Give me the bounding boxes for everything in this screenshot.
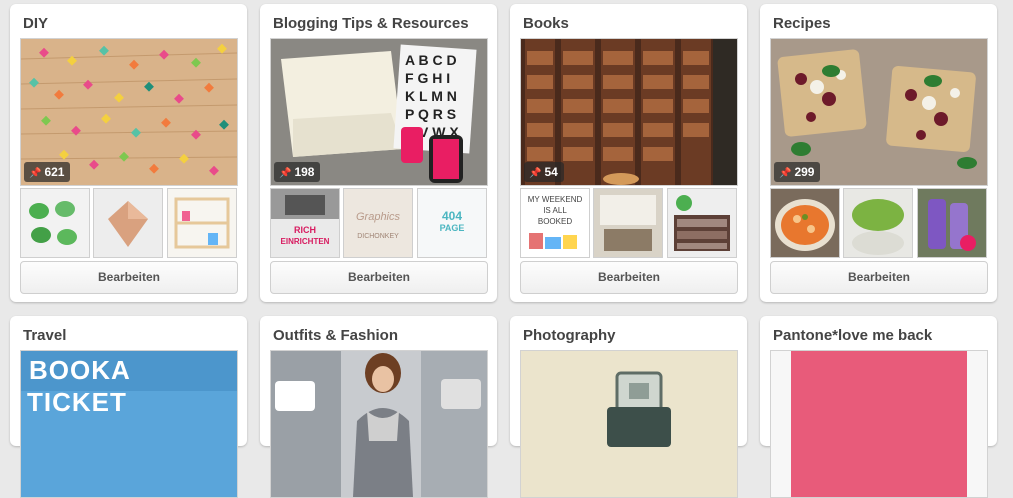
pin-count-badge: 📌 54 (524, 162, 564, 182)
board-thumbnails: MY WEEKEND IS ALL BOOKED (520, 188, 738, 258)
board-blogging-tips[interactable]: Blogging Tips & Resources A B C D F G H I… (260, 4, 497, 302)
board-thumbnail[interactable] (93, 188, 163, 258)
edit-board-button[interactable]: Bearbeiten (770, 261, 988, 294)
board-pantone-love-me-back[interactable]: Pantone*love me back (760, 316, 997, 498)
board-cover-image[interactable]: 📌 621 (20, 38, 238, 186)
pushpin-icon: 📌 (529, 168, 542, 179)
pin-count-badge: 📌 198 (274, 162, 321, 182)
board-travel[interactable]: Travel BOOKA TICKET (10, 316, 247, 498)
thumbnail-text: 404 (441, 209, 463, 223)
board-thumbnail[interactable]: Graphics DICHONKEY (343, 188, 413, 258)
svg-text:A B C D: A B C D (405, 52, 457, 68)
cover-text: TICKET (27, 387, 127, 417)
board-cover-image[interactable] (270, 350, 488, 498)
board-thumbnail[interactable] (167, 188, 237, 258)
board-cover-image[interactable] (520, 350, 738, 498)
pushpin-icon: 📌 (29, 168, 42, 179)
board-thumbnail[interactable] (770, 188, 840, 258)
board-title[interactable]: DIY (23, 15, 48, 32)
svg-text:P Q R S: P Q R S (405, 106, 456, 122)
pantone-swatch (791, 351, 967, 497)
board-recipes[interactable]: Recipes 📌 299 Bearbeiten (760, 4, 997, 302)
svg-text:F G H I: F G H I (405, 70, 450, 86)
board-cover-image[interactable]: 📌 54 (520, 38, 738, 186)
board-title[interactable]: Blogging Tips & Resources (273, 15, 469, 32)
pin-count-badge: 📌 621 (24, 162, 71, 182)
board-thumbnail[interactable] (593, 188, 663, 258)
pin-count: 299 (794, 165, 815, 179)
pin-count: 621 (44, 165, 65, 179)
board-cover-image[interactable]: BOOKA TICKET (20, 350, 238, 498)
board-outfits-fashion[interactable]: Outfits & Fashion (260, 316, 497, 498)
board-cover-image[interactable]: A B C DF G H I K L M NP Q R SU V W X 📌 19… (270, 38, 488, 186)
edit-board-button[interactable]: Bearbeiten (270, 261, 488, 294)
edit-board-button[interactable]: Bearbeiten (520, 261, 738, 294)
board-title[interactable]: Outfits & Fashion (273, 327, 398, 344)
board-title[interactable]: Books (523, 15, 569, 32)
board-title[interactable]: Travel (23, 327, 66, 344)
board-thumbnail[interactable] (843, 188, 913, 258)
board-cover-image[interactable] (770, 350, 988, 498)
board-photography[interactable]: Photography (510, 316, 747, 498)
pin-count-badge: 📌 299 (774, 162, 821, 182)
thumbnail-text: PAGE (439, 223, 465, 233)
board-title[interactable]: Pantone*love me back (773, 327, 932, 344)
thumbnail-text: RICH (294, 225, 316, 235)
cover-text: BOOKA (29, 355, 131, 385)
pin-count: 198 (294, 165, 315, 179)
pin-count: 54 (544, 165, 558, 179)
board-thumbnail[interactable] (20, 188, 90, 258)
board-cover-image[interactable]: 📌 299 (770, 38, 988, 186)
edit-board-button[interactable]: Bearbeiten (20, 261, 238, 294)
thumbnail-text: EINRICHTEN (280, 237, 330, 246)
board-books[interactable]: Books 📌 54 MY WEEKEND IS ALL BOOKED Bear… (510, 4, 747, 302)
board-thumbnails: RICH EINRICHTEN Graphics DICHONKEY 404 P… (270, 188, 488, 258)
pushpin-icon: 📌 (279, 168, 292, 179)
board-thumbnail[interactable] (917, 188, 987, 258)
board-thumbnail[interactable] (667, 188, 737, 258)
board-title[interactable]: Photography (523, 327, 616, 344)
pushpin-icon: 📌 (779, 168, 792, 179)
board-thumbnail[interactable]: 404 PAGE (417, 188, 487, 258)
thumbnail-text: DICHONKEY (357, 233, 399, 240)
thumbnail-text: Graphics (355, 211, 401, 223)
board-diy[interactable]: DIY 📌 621 Bearbeiten (10, 4, 247, 302)
board-title[interactable]: Recipes (773, 15, 831, 32)
board-thumbnail[interactable]: RICH EINRICHTEN (270, 188, 340, 258)
board-thumbnails (20, 188, 238, 258)
board-thumbnails (770, 188, 988, 258)
board-thumbnail[interactable]: MY WEEKEND IS ALL BOOKED (520, 188, 590, 258)
svg-text:K L M N: K L M N (405, 88, 457, 104)
